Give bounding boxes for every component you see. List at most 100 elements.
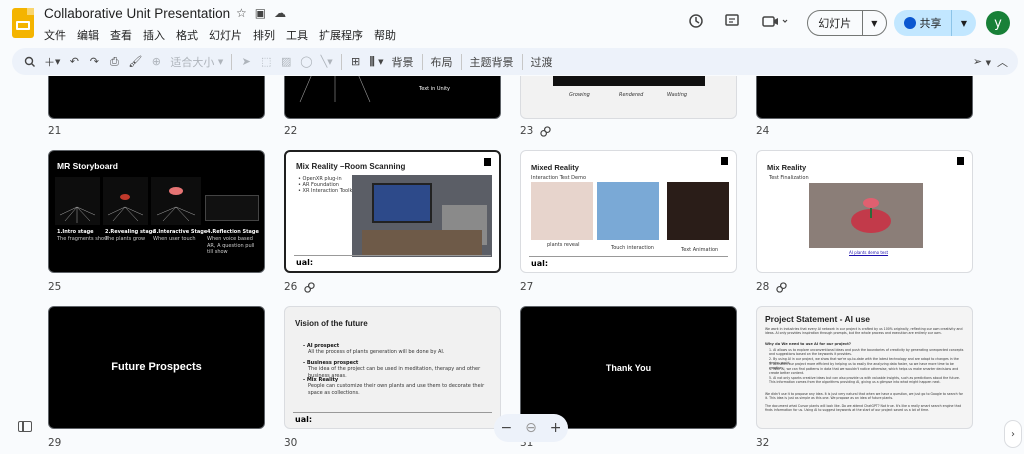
link-icon (540, 125, 552, 137)
slide-thumbnail-31[interactable]: Thank You (520, 306, 737, 429)
link-icon (776, 281, 788, 293)
collapse-toolbar-icon[interactable]: ︿ (997, 54, 1008, 70)
star-icon[interactable]: ☆ (236, 6, 247, 20)
chevron-down-icon[interactable]: ▼ (863, 19, 886, 28)
slide-number: 26 (284, 281, 298, 293)
menu-format[interactable]: 格式 (176, 27, 198, 43)
toolbar: ＋ ▼ ↶ ↷ ⎙ 🖌 ⊕ 适合大小 ▼ ➤ ⬚ ▨ ◯ ╲ ▼ ⊞ ⫼ ▼ 背… (12, 48, 1018, 75)
zoom-out-icon[interactable]: − (500, 420, 512, 436)
slideshow-label[interactable]: 幻灯片 (808, 11, 863, 35)
print-icon[interactable]: ⎙ (104, 52, 124, 72)
chevron-down-icon[interactable]: ▼ (952, 19, 976, 28)
line-icon[interactable]: ╲ ▼ (317, 52, 337, 72)
plant-photo (809, 183, 923, 248)
menu-extensions[interactable]: 扩展程序 (319, 27, 363, 43)
menu-bar: 文件 编辑 查看 插入 格式 幻灯片 排列 工具 扩展程序 帮助 (44, 27, 396, 43)
demo-caption-link[interactable]: AI plants demo test (849, 250, 888, 257)
slide-subtitle: Test Finalization (769, 175, 809, 181)
stage-desc: The fragments show (57, 236, 109, 242)
statement-outro: The document what Cursor plants will loo… (765, 404, 961, 412)
slide-thumbnail-32[interactable]: Project Statement - AI use We work in in… (756, 306, 973, 429)
share-button[interactable]: 共享 ▼ (894, 10, 976, 36)
slide-thumbnail-23[interactable]: Growing Rendered Wasting (520, 76, 737, 119)
menu-arrange[interactable]: 排列 (253, 27, 275, 43)
filmstrip-toggle-icon[interactable] (18, 421, 32, 432)
slideshow-button[interactable]: 幻灯片 ▼ (807, 10, 887, 36)
slide-number: 21 (48, 125, 62, 137)
zoom-select[interactable]: 适合大小 ▼ (166, 52, 227, 72)
slide-number: 30 (284, 437, 298, 449)
slide-thumbnail-24[interactable] (756, 76, 973, 119)
search-icon[interactable] (20, 52, 40, 72)
slide-number: 27 (520, 281, 534, 293)
menu-tools[interactable]: 工具 (286, 27, 308, 43)
comments-icon[interactable] (724, 13, 740, 33)
slide-thumbnail-26[interactable]: Mix Reality –Room Scanning • OpenXR plug… (284, 150, 501, 273)
slide-label: Wasting (667, 92, 688, 98)
add-comment-icon[interactable]: ⊞ (346, 52, 366, 72)
background-button[interactable]: 背景 (388, 52, 418, 72)
footer-logo-text: ual: (531, 259, 549, 268)
undo-icon[interactable]: ↶ (64, 52, 84, 72)
demo-image (667, 182, 729, 240)
stage-desc: The plants grow (105, 236, 146, 242)
document-title[interactable]: Collaborative Unit Presentation (44, 6, 230, 21)
statement-point: 4. With AI, we can find patterns in data… (769, 367, 959, 375)
new-slide-icon[interactable]: ＋ ▼ (40, 52, 64, 72)
menu-slide[interactable]: 幻灯片 (209, 27, 242, 43)
layout-button[interactable]: 布局 (427, 52, 457, 72)
select-tool-icon[interactable]: ➤ (236, 52, 256, 72)
footer-logo-text: ual: (295, 415, 313, 424)
menu-help[interactable]: 帮助 (374, 27, 396, 43)
stage-desc: When user touch (153, 236, 196, 242)
image-icon[interactable]: ▨ (276, 52, 296, 72)
menu-insert[interactable]: 插入 (143, 27, 165, 43)
statement-point: 1. AI allows us to explore unconventiona… (769, 348, 964, 356)
slide-number: 32 (756, 437, 770, 449)
paint-format-icon[interactable]: 🖌 (124, 52, 146, 72)
stage-name: 2.Revealing stage (105, 229, 156, 235)
stage-desc: When voice based AR, A question pull til… (207, 236, 255, 255)
stage-name: 1.Intro stage (57, 229, 94, 235)
menu-view[interactable]: 查看 (110, 27, 132, 43)
slide-subtitle: Interaction Test Demo (531, 175, 587, 181)
slide-grid: 21 Text in Unity 22 Growing Rendered Was… (0, 76, 1024, 454)
zoom-in-icon[interactable]: + (550, 420, 562, 436)
move-folder-icon[interactable]: ▣ (255, 6, 266, 20)
slide-number: 22 (284, 125, 298, 137)
bullet-item: • XR Interaction Toolkit (298, 188, 356, 194)
transition-button[interactable]: 过渡 (527, 52, 557, 72)
shape-icon[interactable]: ◯ (296, 52, 316, 72)
theme-button[interactable]: 主题背景 (466, 52, 518, 72)
slide-thumbnail-21[interactable] (48, 76, 265, 119)
video-call-icon[interactable] (762, 13, 788, 33)
redo-icon[interactable]: ↷ (84, 52, 104, 72)
zoom-icon[interactable]: ⊕ (146, 52, 166, 72)
share-label: 共享 (919, 17, 942, 30)
slide-title: Future Prospects (111, 361, 202, 373)
history-icon[interactable] (688, 13, 704, 33)
slide-thumbnail-22[interactable]: Text in Unity (284, 76, 501, 119)
frame-select-icon[interactable]: ⬚ (256, 52, 276, 72)
menu-edit[interactable]: 编辑 (77, 27, 99, 43)
slide-title: Project Statement - AI use (765, 314, 871, 324)
stage-name: 3.Interactive Stage (153, 229, 208, 235)
slide-thumbnail-29[interactable]: Future Prospects (48, 306, 265, 429)
slide-thumbnail-27[interactable]: Mixed Reality Interaction Test Demo plan… (520, 150, 737, 273)
cloud-status-icon[interactable]: ☁ (274, 6, 286, 20)
align-icon[interactable]: ⫼ ▼ (366, 52, 388, 72)
slide-thumbnail-28[interactable]: Mix Reality Test Finalization AI plants … (756, 150, 973, 273)
stage-name: 4.Reflection Stage (207, 229, 259, 235)
image-caption: plants reveal (547, 242, 580, 248)
slide-thumbnail-30[interactable]: Vision of the future - AI prospect All t… (284, 306, 501, 429)
slide-number: 25 (48, 281, 62, 293)
zoom-search-icon[interactable]: ⊖ (525, 420, 537, 436)
slide-thumbnail-25[interactable]: MR Storyboard 1.Intro stage The fragment… (48, 150, 265, 273)
statement-intro: We work in industries that every AI netw… (765, 327, 963, 335)
pointer-mode-icon[interactable]: ➢ ▼ (973, 55, 991, 68)
slides-logo-icon[interactable] (12, 8, 34, 38)
menu-file[interactable]: 文件 (44, 27, 66, 43)
avatar[interactable]: y (986, 11, 1010, 35)
slide-text: Text in Unity (419, 86, 450, 92)
side-panel-toggle-icon[interactable]: › (1004, 420, 1022, 448)
